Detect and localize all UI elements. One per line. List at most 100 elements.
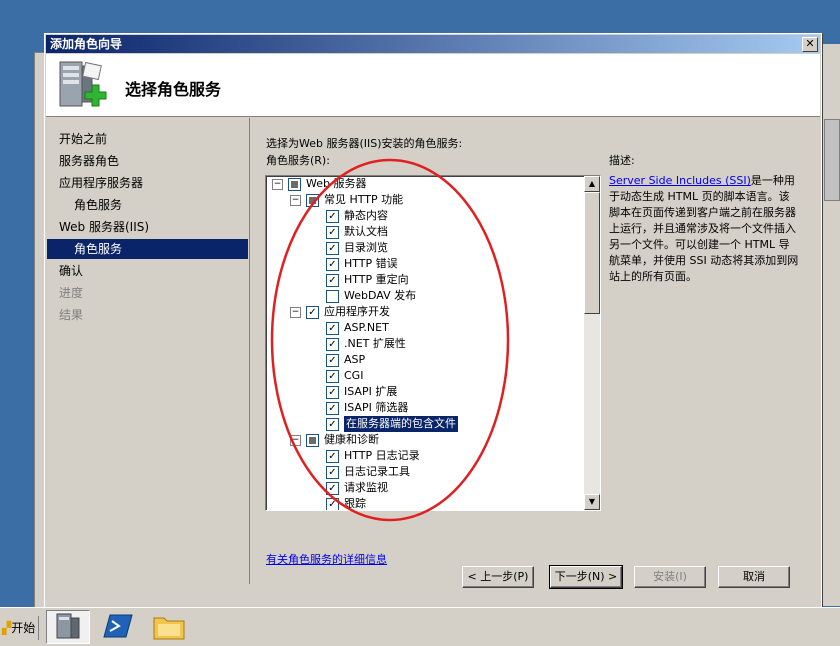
taskbar-server-manager[interactable] [46, 610, 90, 644]
role-service-checkbox[interactable]: ✓ [326, 370, 339, 383]
tree-row[interactable]: ✓ ASP [266, 352, 582, 368]
tree-row-label: .NET 扩展性 [344, 337, 406, 350]
tree-row[interactable]: ✓ ISAPI 扩展 [266, 384, 582, 400]
role-service-checkbox[interactable]: ✓ [326, 418, 339, 431]
nav-item-application-server[interactable]: 应用程序服务器 [59, 173, 143, 193]
tree-scrollbar[interactable]: ▲ ▼ [584, 176, 600, 510]
nav-item-server-roles[interactable]: 服务器角色 [59, 151, 119, 171]
start-button[interactable]: ▞开始 [0, 616, 39, 640]
taskbar-explorer[interactable] [148, 610, 192, 644]
tree-row-label: 默认文档 [344, 225, 388, 238]
taskbar: ▞开始 [0, 607, 840, 646]
tree-row[interactable]: ✓ HTTP 重定向 [266, 272, 582, 288]
tree-row[interactable]: − ✓ 应用程序开发 [266, 304, 582, 320]
tree-row[interactable]: ✓ 跟踪 [266, 496, 582, 510]
role-service-checkbox[interactable] [306, 434, 319, 447]
tree-row[interactable]: ✓ CGI [266, 368, 582, 384]
tree-row-label: CGI [344, 369, 364, 382]
tree-row[interactable]: − 健康和诊断 [266, 432, 582, 448]
description-label: 描述: [609, 154, 635, 167]
server-manager-icon [56, 613, 80, 639]
tree-row-label: ISAPI 筛选器 [344, 401, 409, 414]
role-service-checkbox[interactable]: ✓ [326, 466, 339, 479]
nav-item-app-role-services[interactable]: 角色服务 [74, 195, 122, 215]
more-info-link[interactable]: 有关角色服务的详细信息 [266, 551, 387, 567]
tree-row[interactable]: − Web 服务器 [266, 176, 582, 192]
tree-row-label: 请求监视 [344, 481, 388, 494]
close-button[interactable]: ✕ [802, 37, 818, 52]
role-service-checkbox[interactable]: ✓ [326, 450, 339, 463]
role-service-checkbox[interactable]: ✓ [326, 322, 339, 335]
windows-flag-icon: ▞ [2, 621, 12, 635]
role-service-checkbox[interactable] [326, 290, 339, 303]
nav-item-before-you-begin[interactable]: 开始之前 [59, 129, 107, 149]
tree-row-label: HTTP 错误 [344, 257, 398, 270]
tree-row-label: 静态内容 [344, 209, 388, 222]
tree-row[interactable]: ✓ ISAPI 筛选器 [266, 400, 582, 416]
role-service-checkbox[interactable]: ✓ [326, 354, 339, 367]
tree-row[interactable]: ✓ 在服务器端的包含文件 [266, 415, 582, 433]
tree-row[interactable]: − 常见 HTTP 功能 [266, 192, 582, 208]
tree-row-label: ASP.NET [344, 321, 389, 334]
collapse-toggle[interactable]: − [290, 435, 301, 446]
role-service-checkbox[interactable]: ✓ [326, 338, 339, 351]
role-service-checkbox[interactable] [288, 178, 301, 191]
role-service-checkbox[interactable]: ✓ [326, 402, 339, 415]
tree-row[interactable]: WebDAV 发布 [266, 288, 582, 304]
tree-row[interactable]: ✓ HTTP 错误 [266, 256, 582, 272]
role-service-checkbox[interactable]: ✓ [306, 306, 319, 319]
tree-row-label: WebDAV 发布 [344, 289, 417, 302]
taskbar-powershell[interactable] [98, 610, 142, 644]
back-button[interactable]: < 上一步(P) [462, 566, 534, 588]
page-title: 选择角色服务 [125, 80, 222, 99]
background-window-scrollbar [820, 44, 840, 606]
description-text: Server Side Includes (SSI)是一种用于动态生成 HTML… [609, 173, 799, 285]
next-button[interactable]: 下一步(N) > [549, 565, 623, 589]
scroll-up-button[interactable]: ▲ [584, 176, 600, 192]
nav-item-web-server-iis[interactable]: Web 服务器(IIS) [59, 217, 149, 237]
content-pane: 选择为Web 服务器(IIS)安装的角色服务: 角色服务(R): 描述: − We… [250, 118, 820, 608]
server-add-icon [59, 61, 107, 107]
collapse-toggle[interactable]: − [290, 195, 301, 206]
tree-row-label: 目录浏览 [344, 241, 388, 254]
wizard-nav: 开始之前 服务器角色 应用程序服务器 角色服务 Web 服务器(IIS) 角色服… [46, 118, 250, 584]
tree-row[interactable]: ✓ 静态内容 [266, 208, 582, 224]
tree-row-label: 跟踪 [344, 497, 366, 510]
tree-row[interactable]: ✓ 日志记录工具 [266, 464, 582, 480]
role-service-checkbox[interactable]: ✓ [326, 482, 339, 495]
tree-row-label: 健康和诊断 [324, 433, 379, 446]
description-body: 是一种用于动态生成 HTML 页的脚本语言。该脚本在页面传递到客户端之前在服务器… [609, 174, 799, 283]
scroll-down-button[interactable]: ▼ [584, 494, 600, 510]
role-service-checkbox[interactable]: ✓ [326, 274, 339, 287]
role-service-checkbox[interactable]: ✓ [326, 226, 339, 239]
tree-row[interactable]: ✓ 请求监视 [266, 480, 582, 496]
cancel-button[interactable]: 取消 [718, 566, 790, 588]
tree-row-label: 应用程序开发 [324, 305, 390, 318]
collapse-toggle[interactable]: − [272, 179, 283, 190]
role-service-checkbox[interactable]: ✓ [326, 242, 339, 255]
role-services-tree[interactable]: − Web 服务器 − 常见 HTTP 功能 ✓ 静态内容 ✓ 默认文档 ✓ 目录浏览 ✓ HTTP … [265, 175, 601, 511]
tree-row[interactable]: ✓ HTTP 日志记录 [266, 448, 582, 464]
wizard-header: 选择角色服务 [46, 54, 820, 117]
nav-item-web-role-services[interactable]: 角色服务 [47, 239, 248, 259]
tree-row[interactable]: ✓ ASP.NET [266, 320, 582, 336]
ssi-link[interactable]: Server Side Includes (SSI) [609, 174, 751, 187]
scroll-thumb[interactable] [584, 192, 600, 314]
nav-item-results: 结果 [59, 308, 84, 322]
role-service-checkbox[interactable]: ✓ [326, 386, 339, 399]
tree-row-label: Web 服务器 [306, 177, 367, 190]
tree-row[interactable]: ✓ 目录浏览 [266, 240, 582, 256]
role-service-checkbox[interactable]: ✓ [326, 258, 339, 271]
install-button: 安装(I) [634, 566, 706, 588]
tree-row-label: 日志记录工具 [344, 465, 410, 478]
role-service-checkbox[interactable]: ✓ [326, 498, 339, 510]
nav-item-confirmation[interactable]: 确认 [59, 261, 83, 281]
start-label: 开始 [11, 621, 36, 635]
explorer-folder-icon [153, 617, 185, 640]
tree-row[interactable]: ✓ 默认文档 [266, 224, 582, 240]
tree-row[interactable]: ✓ .NET 扩展性 [266, 336, 582, 352]
role-service-checkbox[interactable]: ✓ [326, 210, 339, 223]
collapse-toggle[interactable]: − [290, 307, 301, 318]
powershell-icon [103, 614, 133, 638]
role-service-checkbox[interactable] [306, 194, 319, 207]
